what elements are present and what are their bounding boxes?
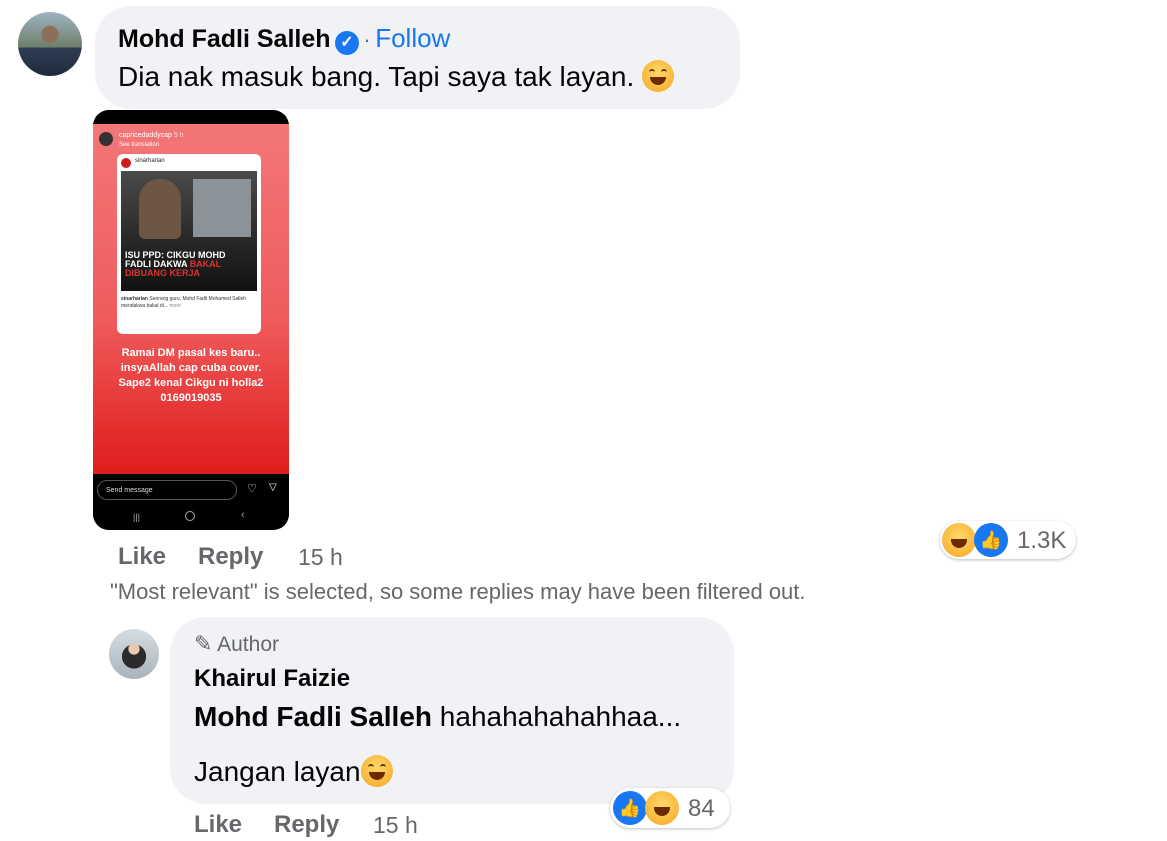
reply-text: hahahahahahhaa... [439, 701, 682, 732]
comment-reaction-count: 1.3K [1017, 527, 1067, 554]
reply-bubble: ✎ Author Khairul Faizie Mohd Fadli Salle… [170, 617, 734, 804]
ig-username: capricedaddycap [119, 132, 172, 139]
reply-author-name[interactable]: Khairul Faizie [194, 665, 350, 693]
comment-like-button[interactable]: Like [118, 543, 166, 571]
like-reaction-icon: 👍 [974, 523, 1008, 557]
post-source: sinarharian [135, 158, 165, 164]
reply-reply-button[interactable]: Reply [274, 811, 339, 839]
grinning-sweat-emoji-icon [642, 60, 675, 92]
ig-avatar-icon [99, 132, 113, 146]
reply-reactions[interactable]: 👍 84 [610, 788, 730, 828]
laughing-emoji-icon [360, 755, 393, 787]
comment-text: Dia nak masuk bang. Tapi saya tak layan. [118, 61, 635, 92]
recents-nav-icon: ||| [133, 512, 141, 522]
phone-status-bar [93, 110, 289, 124]
reply-text-line1: Mohd Fadli Salleh hahahahahahhaa... [194, 701, 681, 733]
comment-header: Mohd Fadli Salleh ✓ · Follow [118, 23, 450, 55]
send-message-field: Send message [97, 480, 237, 500]
commenter-avatar[interactable] [18, 12, 82, 76]
send-icon: ▽ [269, 482, 277, 493]
ig-time: 5 h [173, 132, 184, 139]
haha-reaction-icon [645, 791, 679, 825]
haha-reaction-icon [942, 523, 976, 557]
phone-nav-area: Send message ♡ ▽ ||| ‹ [93, 474, 289, 530]
story-text: Ramai DM pasal kes baru.. insyaAllah cap… [118, 347, 264, 404]
author-badge: ✎ Author [194, 631, 279, 656]
comment-text-row: Dia nak masuk bang. Tapi saya tak layan. [118, 60, 675, 93]
reply-text-line2: Jangan layan [194, 755, 393, 788]
follow-separator: · [363, 27, 371, 52]
comment-image-attachment[interactable]: capricedaddycap 5 h See translation sina… [93, 110, 289, 530]
like-reaction-icon: 👍 [613, 791, 647, 825]
ig-header: capricedaddycap 5 h [119, 132, 184, 139]
document-photo [193, 179, 251, 237]
comment-timestamp[interactable]: 15 h [298, 544, 343, 571]
comment-reply-button[interactable]: Reply [198, 543, 263, 571]
man-photo [139, 179, 181, 239]
comment-reactions[interactable]: 👍 1.3K [940, 521, 1076, 559]
filter-notice: "Most relevant" is selected, so some rep… [110, 579, 806, 604]
comment-bubble: Mohd Fadli Salleh ✓ · Follow Dia nak mas… [95, 6, 740, 109]
post-caption: sinarharian Seorang guru, Mohd Fadli Moh… [121, 296, 247, 309]
reply-like-button[interactable]: Like [194, 811, 242, 839]
pencil-icon: ✎ [194, 631, 213, 656]
post-headline: ISU PPD: CIKGU MOHD FADLI DAKWA BAKAL DI… [125, 250, 226, 278]
follow-button[interactable]: Follow [375, 23, 450, 53]
reply-mention[interactable]: Mohd Fadli Salleh [194, 701, 432, 732]
heart-icon: ♡ [247, 483, 257, 495]
post-photo: ISU PPD: CIKGU MOHD FADLI DAKWA BAKAL DI… [121, 171, 257, 291]
sinarharian-logo-icon [121, 158, 131, 168]
back-nav-icon: ‹ [241, 509, 245, 521]
reply-author-avatar[interactable] [109, 629, 159, 679]
reply-reaction-count: 84 [688, 795, 715, 822]
reply-timestamp[interactable]: 15 h [373, 812, 418, 839]
home-nav-icon [185, 511, 195, 521]
ig-see-translation: See translation [119, 142, 160, 148]
shared-post-card: sinarharian ISU PPD: CIKGU MOHD FADLI DA… [117, 154, 261, 334]
verified-badge-icon: ✓ [334, 31, 359, 55]
comment-author-name[interactable]: Mohd Fadli Salleh [118, 25, 331, 53]
